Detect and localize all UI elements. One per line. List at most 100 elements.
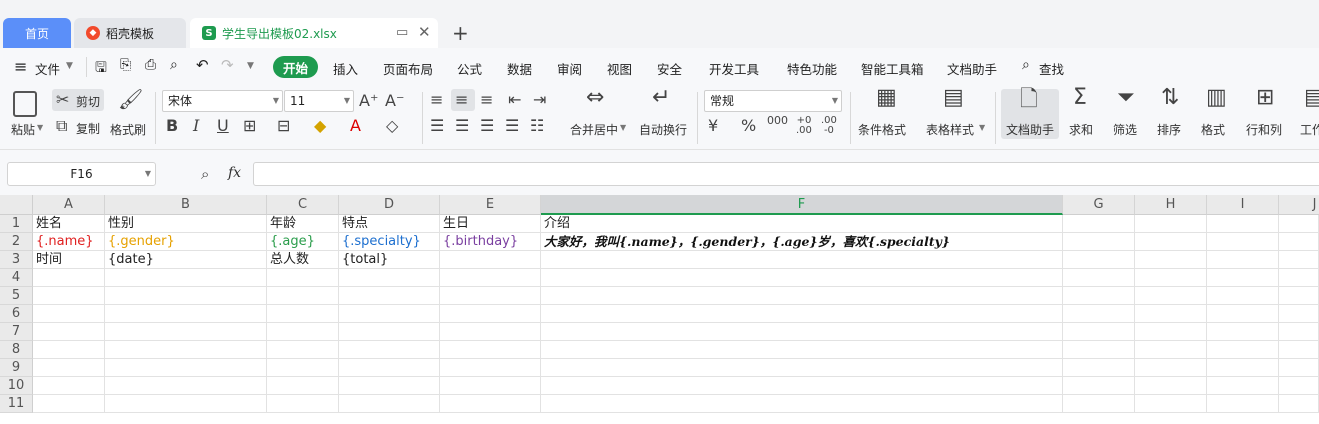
italic-icon[interactable]: I [193, 118, 199, 134]
row-header-4[interactable]: 4 [0, 269, 33, 287]
menu-data[interactable]: 数据 [507, 59, 532, 78]
sort-button[interactable]: 排序 [1157, 121, 1181, 138]
empty-cell[interactable] [1135, 305, 1207, 323]
paste-icon[interactable] [13, 91, 37, 117]
tab-docer-templates[interactable]: ◆ 稻壳模板 [74, 18, 186, 48]
print-preview-icon[interactable]: ⌕ [170, 57, 178, 73]
font-size-select[interactable]: 11 ▼ [284, 90, 354, 112]
empty-cell[interactable] [1207, 359, 1279, 377]
empty-cell[interactable] [1279, 269, 1319, 287]
empty-cell[interactable] [267, 377, 339, 395]
empty-cell[interactable] [267, 287, 339, 305]
empty-cell[interactable] [1063, 215, 1135, 233]
increase-indent-icon[interactable]: ⇥ [533, 92, 546, 108]
column-header-a[interactable]: A [33, 195, 105, 215]
row-header-3[interactable]: 3 [0, 251, 33, 269]
menu-features[interactable]: 特色功能 [787, 59, 837, 78]
empty-cell[interactable] [105, 395, 267, 413]
empty-cell[interactable] [541, 359, 1063, 377]
empty-cell[interactable] [1135, 395, 1207, 413]
filter-button[interactable]: 筛选 [1113, 121, 1137, 138]
formula-input[interactable] [253, 162, 1319, 186]
align-left-icon[interactable]: ☰ [430, 118, 444, 134]
table-style-button[interactable]: 表格样式 [926, 121, 974, 138]
empty-cell[interactable] [541, 251, 1063, 269]
row-col-button[interactable]: 行和列 [1246, 121, 1282, 138]
new-tab-icon[interactable]: + [452, 21, 469, 45]
empty-cell[interactable] [33, 305, 105, 323]
cell-d3[interactable]: {total} [339, 251, 440, 269]
row-header-1[interactable]: 1 [0, 215, 33, 233]
empty-cell[interactable] [1207, 269, 1279, 287]
sum-icon[interactable]: Σ [1073, 87, 1087, 109]
empty-cell[interactable] [105, 323, 267, 341]
cell-f2[interactable]: 大家好，我叫{.name}，{.gender}，{.age}岁，喜欢{.spec… [541, 233, 1063, 251]
format-painter-button[interactable]: 格式刷 [110, 121, 146, 138]
empty-cell[interactable] [440, 341, 541, 359]
empty-cell[interactable] [1063, 287, 1135, 305]
align-top-icon[interactable]: ≡ [430, 92, 443, 108]
hamburger-icon[interactable]: ≡ [14, 57, 27, 76]
column-header-g[interactable]: G [1063, 195, 1135, 215]
empty-cell[interactable] [1207, 287, 1279, 305]
format-painter-icon[interactable]: 🖌 [118, 89, 143, 109]
column-header-c[interactable]: C [267, 195, 339, 215]
empty-cell[interactable] [1207, 395, 1279, 413]
empty-cell[interactable] [339, 287, 440, 305]
underline-icon[interactable]: U [217, 118, 229, 134]
empty-cell[interactable] [1135, 287, 1207, 305]
menu-file[interactable]: 文件 [35, 59, 60, 78]
empty-cell[interactable] [1207, 215, 1279, 233]
empty-cell[interactable] [1207, 305, 1279, 323]
bold-icon[interactable]: B [166, 118, 178, 134]
menu-formulas[interactable]: 公式 [457, 59, 482, 78]
sum-button[interactable]: 求和 [1069, 121, 1093, 138]
empty-cell[interactable] [1279, 305, 1319, 323]
column-header-e[interactable]: E [440, 195, 541, 215]
menu-page-layout[interactable]: 页面布局 [383, 59, 433, 78]
empty-cell[interactable] [339, 323, 440, 341]
empty-cell[interactable] [541, 305, 1063, 323]
empty-cell[interactable] [267, 269, 339, 287]
menu-smart-toolbox[interactable]: 智能工具箱 [861, 59, 924, 78]
conditional-format-icon[interactable]: ▦ [876, 87, 897, 109]
row-header-2[interactable]: 2 [0, 233, 33, 251]
empty-cell[interactable] [541, 323, 1063, 341]
empty-cell[interactable] [1063, 305, 1135, 323]
cell-f1[interactable]: 介绍 [541, 215, 1063, 233]
empty-cell[interactable] [541, 377, 1063, 395]
empty-cell[interactable] [1279, 341, 1319, 359]
sort-icon[interactable]: ⇅ [1161, 87, 1179, 109]
menu-search[interactable]: 查找 [1039, 59, 1064, 78]
empty-cell[interactable] [1207, 251, 1279, 269]
empty-cell[interactable] [339, 269, 440, 287]
empty-cell[interactable] [1279, 233, 1319, 251]
menu-developer[interactable]: 开发工具 [709, 59, 759, 78]
decrease-decimal-icon[interactable]: .00 -0 [821, 116, 837, 136]
cell-c3[interactable]: 总人数 [267, 251, 339, 269]
menu-home[interactable]: 开始 [273, 56, 318, 78]
empty-cell[interactable] [1063, 323, 1135, 341]
select-all-corner[interactable] [0, 195, 33, 215]
column-header-d[interactable]: D [339, 195, 440, 215]
empty-cell[interactable] [267, 395, 339, 413]
menu-security[interactable]: 安全 [657, 59, 682, 78]
paste-dropdown-icon[interactable]: ▼ [37, 123, 43, 132]
percent-icon[interactable]: % [741, 118, 756, 134]
export-icon[interactable]: ⎘ [120, 57, 131, 73]
empty-cell[interactable] [105, 269, 267, 287]
worksheet-button[interactable]: 工作 [1300, 121, 1319, 138]
menu-doc-assistant[interactable]: 文档助手 [947, 59, 997, 78]
empty-cell[interactable] [1135, 359, 1207, 377]
decrease-font-icon[interactable]: A⁻ [385, 93, 404, 109]
empty-cell[interactable] [440, 251, 541, 269]
empty-cell[interactable] [1279, 377, 1319, 395]
empty-cell[interactable] [105, 305, 267, 323]
number-format-select[interactable]: 常规 ▼ [704, 90, 842, 112]
table-style-icon[interactable]: ▤ [943, 87, 964, 109]
empty-cell[interactable] [267, 305, 339, 323]
wrap-text-icon[interactable]: ↵ [652, 87, 670, 109]
column-header-h[interactable]: H [1135, 195, 1207, 215]
empty-cell[interactable] [1135, 323, 1207, 341]
save-icon[interactable]: 🖫 [95, 57, 107, 81]
